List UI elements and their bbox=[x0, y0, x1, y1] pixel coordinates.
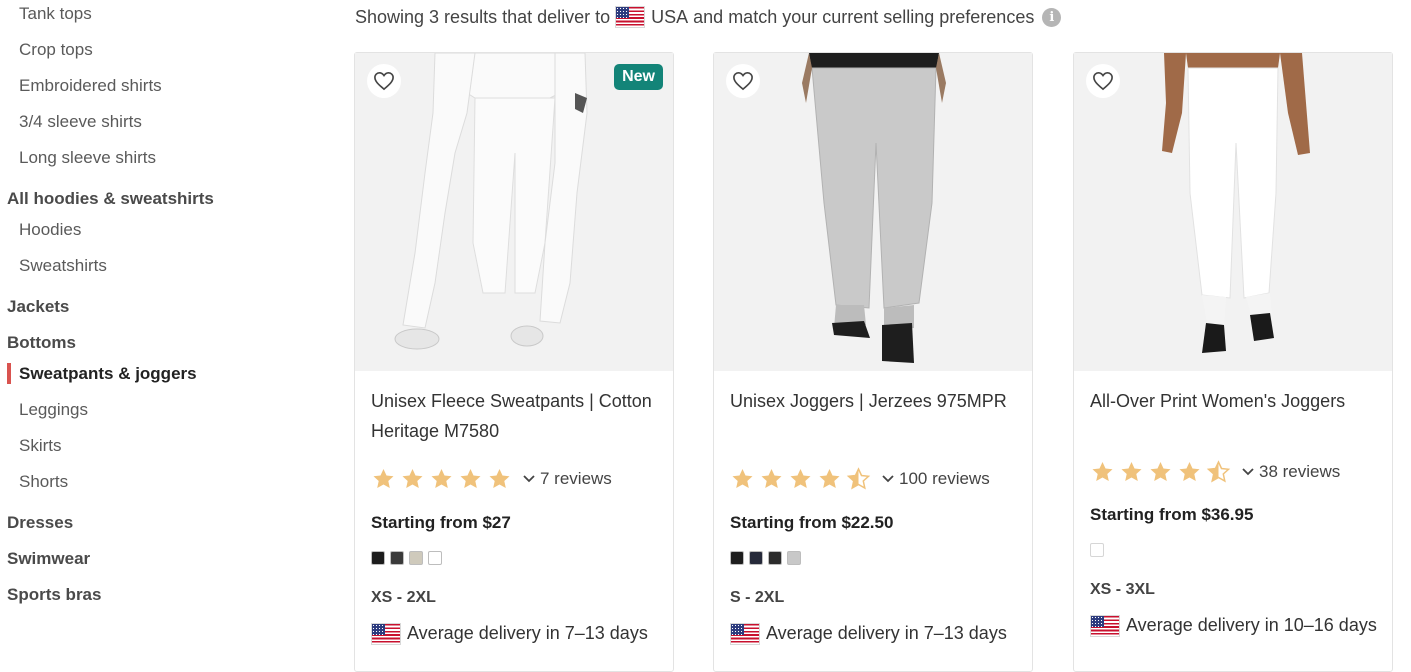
usa-flag-icon bbox=[615, 6, 646, 28]
delivery-text: Average delivery in 7–13 days bbox=[407, 623, 648, 643]
reviews-count[interactable]: 7 reviews bbox=[540, 469, 612, 489]
delivery-text: Average delivery in 7–13 days bbox=[766, 623, 1007, 643]
sidebar-item-all-hoodies-sweatshirts[interactable]: All hoodies & sweatshirts bbox=[7, 189, 214, 209]
color-swatches bbox=[730, 551, 806, 565]
size-range: XS - 3XL bbox=[1090, 581, 1155, 598]
sidebar-item-jackets[interactable]: Jackets bbox=[7, 297, 69, 317]
product-image[interactable] bbox=[714, 53, 1032, 371]
sidebar-item-leggings[interactable]: Leggings bbox=[19, 400, 88, 420]
color-swatches bbox=[1090, 543, 1109, 557]
star-half-icon bbox=[1206, 460, 1231, 483]
favorite-heart-icon[interactable] bbox=[726, 64, 760, 98]
sidebar-item-sweatpants-joggers[interactable]: Sweatpants & joggers bbox=[19, 364, 197, 384]
delivery-info: Average delivery in 10–16 days bbox=[1090, 612, 1380, 638]
usa-flag-icon bbox=[730, 623, 760, 646]
star-full-icon bbox=[1092, 462, 1113, 481]
sidebar-item-dresses[interactable]: Dresses bbox=[7, 513, 73, 533]
sidebar-item-swimwear[interactable]: Swimwear bbox=[7, 549, 90, 569]
color-swatch[interactable] bbox=[1090, 543, 1104, 557]
star-full-icon bbox=[431, 469, 452, 488]
color-swatch[interactable] bbox=[768, 551, 782, 565]
star-full-icon bbox=[1179, 462, 1200, 481]
chevron-down-icon[interactable] bbox=[1241, 467, 1255, 477]
star-full-icon bbox=[819, 469, 840, 488]
product-photo-joggers-grey bbox=[714, 53, 1032, 371]
sidebar-item-embroidered-shirts[interactable]: Embroidered shirts bbox=[19, 76, 162, 96]
sidebar-item-hoodies[interactable]: Hoodies bbox=[19, 220, 81, 240]
star-half-icon bbox=[846, 467, 871, 490]
product-rating: 38 reviews bbox=[1090, 460, 1340, 484]
color-swatch[interactable] bbox=[371, 551, 385, 565]
sidebar-item-tank-tops[interactable]: Tank tops bbox=[19, 4, 92, 24]
product-photo-sweatpants-white bbox=[355, 53, 673, 371]
product-photo-womens-joggers-white bbox=[1074, 53, 1392, 371]
star-full-icon bbox=[489, 469, 510, 488]
color-swatch[interactable] bbox=[409, 551, 423, 565]
sidebar-item-crop-tops[interactable]: Crop tops bbox=[19, 40, 93, 60]
product-title[interactable]: All-Over Print Women's Joggers bbox=[1090, 386, 1380, 416]
usa-flag-icon bbox=[1090, 615, 1120, 638]
product-price: Starting from $22.50 bbox=[730, 513, 894, 532]
product-image[interactable]: New bbox=[355, 53, 673, 371]
color-swatch[interactable] bbox=[390, 551, 404, 565]
sidebar-item-long-sleeve-shirts[interactable]: Long sleeve shirts bbox=[19, 148, 156, 168]
star-full-icon bbox=[790, 469, 811, 488]
star-full-icon bbox=[732, 469, 753, 488]
delivery-text: Average delivery in 10–16 days bbox=[1126, 615, 1377, 635]
results-country: USA bbox=[651, 6, 689, 27]
sidebar-item-skirts[interactable]: Skirts bbox=[19, 436, 62, 456]
results-summary: Showing 3 results that deliver to USA an… bbox=[355, 6, 1062, 28]
star-full-icon bbox=[460, 469, 481, 488]
product-rating: 100 reviews bbox=[730, 467, 990, 491]
chevron-down-icon[interactable] bbox=[522, 474, 536, 484]
new-badge: New bbox=[614, 64, 663, 90]
product-price: Starting from $36.95 bbox=[1090, 505, 1254, 524]
size-range: S - 2XL bbox=[730, 589, 785, 606]
star-full-icon bbox=[1150, 462, 1171, 481]
reviews-count[interactable]: 38 reviews bbox=[1259, 462, 1340, 482]
star-full-icon bbox=[1121, 462, 1142, 481]
product-card[interactable]: New Unisex Fleece Sweatpants | Cotton He… bbox=[354, 52, 674, 672]
product-card[interactable]: Unisex Joggers | Jerzees 975MPR 100 revi… bbox=[713, 52, 1033, 672]
color-swatch[interactable] bbox=[787, 551, 801, 565]
product-rating: 7 reviews bbox=[371, 467, 612, 491]
star-full-icon bbox=[402, 469, 423, 488]
active-indicator bbox=[7, 363, 11, 384]
sidebar-item-sweatshirts[interactable]: Sweatshirts bbox=[19, 256, 107, 276]
color-swatches bbox=[371, 551, 447, 565]
category-sidebar: Tank tops Crop tops Embroidered shirts 3… bbox=[0, 0, 330, 662]
results-suffix: and match your current selling preferenc… bbox=[693, 6, 1035, 27]
delivery-info: Average delivery in 7–13 days bbox=[371, 620, 661, 646]
product-card[interactable]: All-Over Print Women's Joggers 38 review… bbox=[1073, 52, 1393, 672]
star-full-icon bbox=[373, 469, 394, 488]
delivery-info: Average delivery in 7–13 days bbox=[730, 620, 1020, 646]
favorite-heart-icon[interactable] bbox=[367, 64, 401, 98]
color-swatch[interactable] bbox=[749, 551, 763, 565]
product-title[interactable]: Unisex Fleece Sweatpants | Cotton Herita… bbox=[371, 386, 661, 446]
reviews-count[interactable]: 100 reviews bbox=[899, 469, 990, 489]
product-image[interactable] bbox=[1074, 53, 1392, 371]
product-price: Starting from $27 bbox=[371, 513, 511, 532]
results-prefix: Showing 3 results that deliver to bbox=[355, 6, 611, 27]
sidebar-item-shorts[interactable]: Shorts bbox=[19, 472, 68, 492]
sidebar-item-bottoms[interactable]: Bottoms bbox=[7, 333, 76, 353]
favorite-heart-icon[interactable] bbox=[1086, 64, 1120, 98]
size-range: XS - 2XL bbox=[371, 589, 436, 606]
usa-flag-icon bbox=[371, 623, 401, 646]
sidebar-item-sports-bras[interactable]: Sports bras bbox=[7, 585, 101, 605]
info-icon[interactable]: i bbox=[1042, 7, 1062, 27]
chevron-down-icon[interactable] bbox=[881, 474, 895, 484]
color-swatch[interactable] bbox=[730, 551, 744, 565]
color-swatch[interactable] bbox=[428, 551, 442, 565]
sidebar-item-3-4-sleeve-shirts[interactable]: 3/4 sleeve shirts bbox=[19, 112, 142, 132]
product-title[interactable]: Unisex Joggers | Jerzees 975MPR bbox=[730, 386, 1020, 416]
star-full-icon bbox=[761, 469, 782, 488]
